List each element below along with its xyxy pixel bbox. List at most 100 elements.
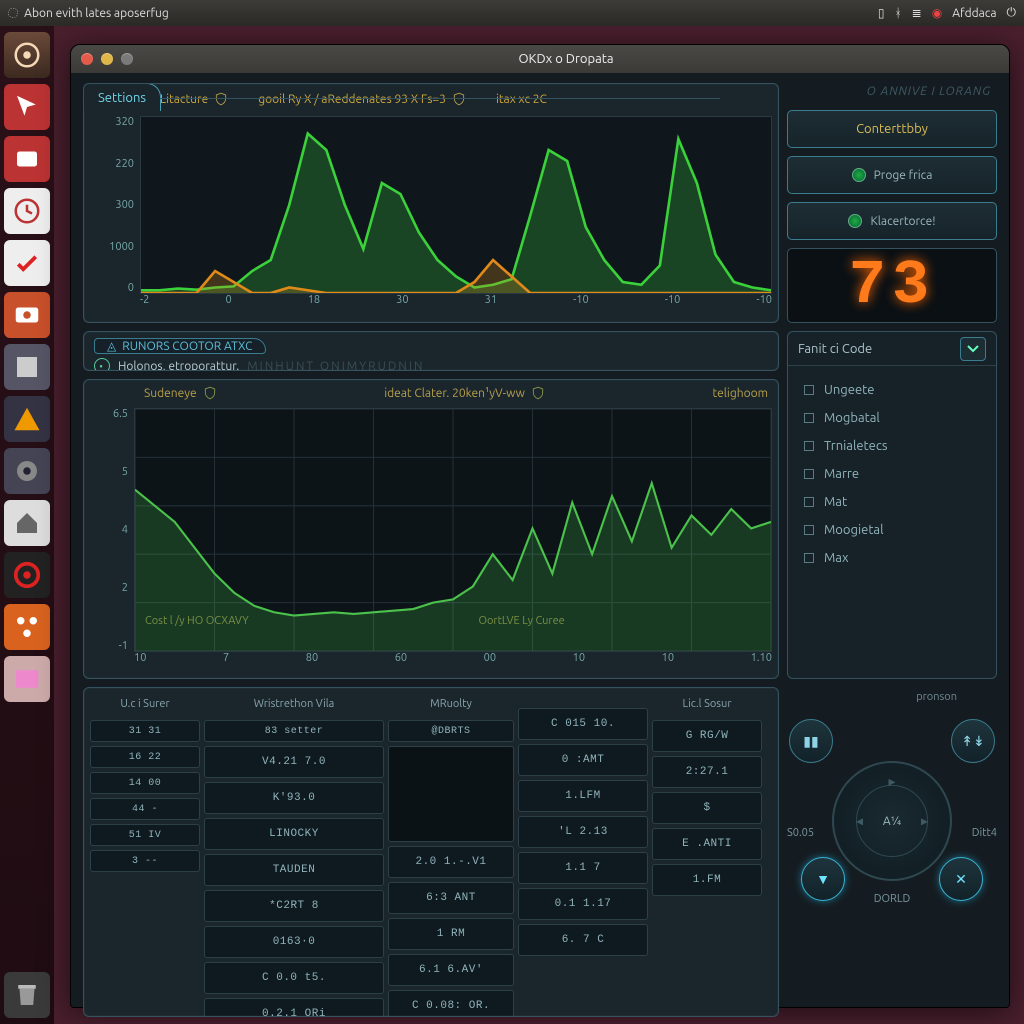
data-cell[interactable]: 0.2.1 ORi [204, 998, 384, 1017]
code-list-item[interactable]: Mogbatal [788, 404, 996, 432]
skip-button[interactable]: ↟↡ [951, 719, 995, 763]
data-cell[interactable]: LINOCKY [204, 818, 384, 850]
data-cell[interactable]: 6:3 ANT [388, 882, 514, 914]
transport-right-label: Ditt4 [972, 827, 997, 839]
code-list-item[interactable]: Ungeete [788, 376, 996, 404]
data-cell[interactable]: 0 :AMT [518, 744, 648, 776]
data-cell[interactable]: *C2RT 8 [204, 890, 384, 922]
play-icon: ▸ [888, 773, 895, 790]
code-header-label: Fanit ci Code [798, 342, 872, 356]
data-cell[interactable]: 2:27.1 [652, 756, 762, 788]
data-cell[interactable]: C 0.0 t5. [204, 962, 384, 994]
square-bullet-icon [804, 441, 814, 451]
right-sidebar-bottom: pronson ▮▮ ↟↡ ▼ ✕ ▸ ▸ ◂ A¼ S0.05 Ditt4 D… [787, 687, 997, 1017]
volume-icon[interactable]: ◉ [932, 6, 942, 20]
launcher-home[interactable] [4, 500, 50, 546]
app-window: OKDx o Dropata Settions Litacture gooil … [70, 44, 1010, 1008]
data-cell[interactable]: C 015 10. [518, 708, 648, 740]
data-cell[interactable]: C 0.08: OR. [388, 990, 514, 1017]
legend-item-label: Litacture [160, 93, 208, 106]
launcher-network[interactable] [4, 604, 50, 650]
data-cell[interactable]: TAUDEN [204, 854, 384, 886]
chart2-x-axis: 10780600010101.10 [134, 652, 772, 672]
pause-button[interactable]: ▮▮ [789, 719, 833, 763]
square-bullet-icon [804, 385, 814, 395]
transport-control: ▮▮ ↟↡ ▼ ✕ ▸ ▸ ◂ A¼ S0.05 Ditt4 DORLD [787, 711, 997, 901]
window-maximize-icon[interactable] [121, 53, 133, 65]
data-cell[interactable]: V4.21 7.0 [204, 746, 384, 778]
data-cell[interactable]: 'L 2.13 [518, 816, 648, 848]
data-cell[interactable]: 83 setter [204, 720, 384, 742]
code-list-item[interactable]: Max [788, 544, 996, 572]
code-list-item[interactable]: Moogietal [788, 516, 996, 544]
launcher-pointer[interactable] [4, 84, 50, 130]
data-cell[interactable]: 31 31 [90, 720, 200, 742]
data-cell[interactable]: E .ANTI [652, 828, 762, 860]
data-cell[interactable]: 6. 7 C [518, 924, 648, 956]
data-cell[interactable]: 6.1 6.AV' [388, 954, 514, 986]
data-cell[interactable]: 0163·0 [204, 926, 384, 958]
klacer-button[interactable]: Klacertorce! [787, 202, 997, 240]
code-list-item[interactable]: Mat [788, 488, 996, 516]
data-cell[interactable]: 1.1 7 [518, 852, 648, 884]
data-cell[interactable]: 1.FM [652, 864, 762, 896]
launcher-target[interactable] [4, 552, 50, 598]
jog-wheel[interactable]: ▸ ▸ ◂ A¼ [832, 761, 952, 881]
data-cell[interactable]: $ [652, 792, 762, 824]
panel-bottom-chart: Sudeneye ideat Clater. 20ken¹yV-ww telig… [83, 379, 779, 679]
data-cell[interactable]: 0.1 1.17 [518, 888, 648, 920]
data-cell[interactable]: 16 22 [90, 746, 200, 768]
launcher-accessories[interactable] [4, 136, 50, 182]
data-cell[interactable]: @DBRTS [388, 720, 514, 742]
session-icon[interactable]: ⏻ [1007, 6, 1017, 20]
code-list-item[interactable]: Trnialetecs [788, 432, 996, 460]
data-cell[interactable]: 1 RM [388, 918, 514, 950]
data-cell[interactable]: 1.LFM [518, 780, 648, 812]
data-cell[interactable]: 44 - [90, 798, 200, 820]
window-titlebar[interactable]: OKDx o Dropata [71, 45, 1009, 73]
contort-button[interactable]: Conterttbby [787, 110, 997, 148]
window-close-icon[interactable] [81, 53, 93, 65]
section-tab[interactable]: ◬ RUNORS COOTOR ATXC [94, 338, 266, 354]
launcher-photos[interactable] [4, 656, 50, 702]
launcher-update[interactable] [4, 240, 50, 286]
cancel-button[interactable]: ✕ [939, 857, 983, 901]
code-dropdown-button[interactable] [960, 337, 986, 361]
chart2-inner-label-left: Cost l /y HO OCXAVY [145, 615, 249, 627]
data-cell[interactable]: 14 00 [90, 772, 200, 794]
data-cell[interactable]: 2.0 1.-.V1 [388, 846, 514, 878]
bluetooth-icon[interactable]: ᚼ [894, 7, 901, 20]
window-minimize-icon[interactable] [101, 53, 113, 65]
launcher-warning[interactable] [4, 396, 50, 442]
shield-icon [214, 92, 228, 106]
panel-top-chart: Settions Litacture gooil Ry X / aReddena… [83, 83, 779, 323]
data-cell[interactable]: 51 IV [90, 824, 200, 846]
launcher-screenshot[interactable] [4, 292, 50, 338]
system-menubar: ◌ Abon evith lates aposerfug ▯ ᚼ ≣ ◉ Afd… [0, 0, 1024, 26]
launcher-clock[interactable] [4, 188, 50, 234]
data-cell[interactable]: G RG/W [652, 720, 762, 752]
launcher-settings[interactable] [4, 448, 50, 494]
proge-button[interactable]: Proge frica [787, 156, 997, 194]
code-list: UngeeteMogbatalTrnialetecsMarreMatMoogie… [788, 366, 996, 582]
shield-icon [531, 386, 545, 400]
filter-button[interactable]: ▼ [801, 857, 845, 901]
pause-icon: ▮▮ [803, 733, 818, 750]
col-head: Wristrethon Vila [204, 694, 384, 716]
shield-icon [452, 92, 466, 106]
network-icon[interactable]: ≣ [912, 6, 922, 20]
unity-launcher [0, 26, 54, 1024]
data-cell-empty [388, 746, 514, 842]
indicator-label[interactable]: Afddaca [952, 7, 996, 20]
transport-left-label: S0.05 [787, 827, 814, 839]
data-cell[interactable]: K'93.0 [204, 782, 384, 814]
data-cell[interactable]: 3 -- [90, 850, 200, 872]
launcher-trash[interactable] [4, 972, 50, 1018]
launcher-dash[interactable] [4, 32, 50, 78]
tab-settings[interactable]: Settions [83, 83, 161, 111]
launcher-files[interactable] [4, 344, 50, 390]
battery-icon[interactable]: ▯ [878, 6, 885, 20]
code-list-item[interactable]: Marre [788, 460, 996, 488]
transport-label: pronson [787, 691, 997, 703]
right-sidebar-mid: Fanit ci Code UngeeteMogbatalTrnialetecs… [787, 331, 997, 679]
